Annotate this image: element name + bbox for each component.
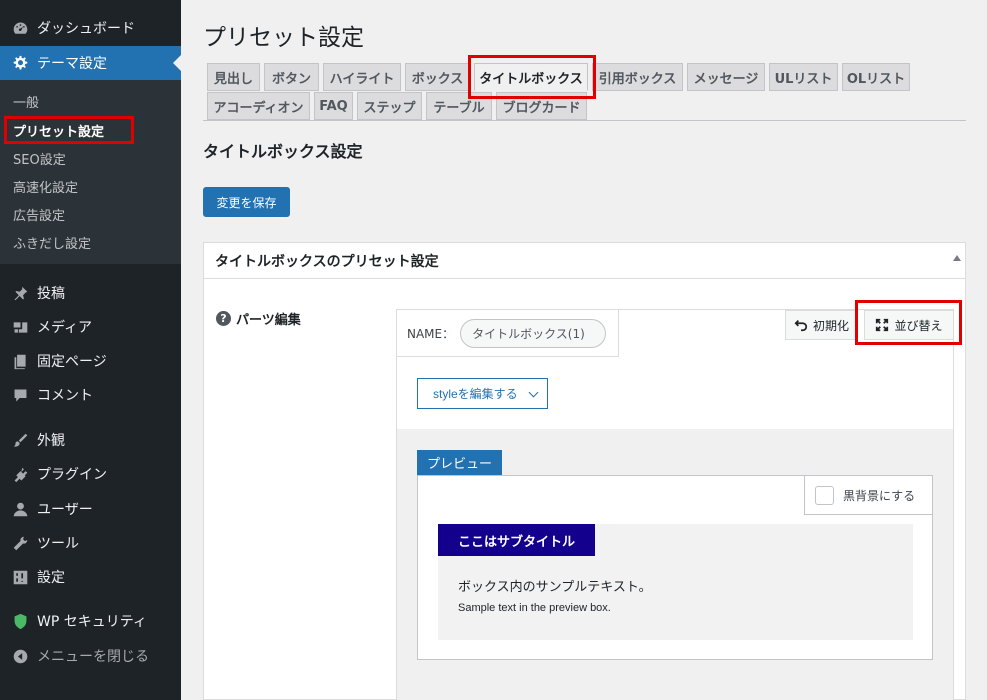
menu-item-pages[interactable]: 固定ページ bbox=[0, 344, 181, 378]
menu-label: ツール bbox=[37, 536, 79, 552]
parts-editor: NAME： タイトルボックス(1) 初期化 並び替え styleを編集する プレ… bbox=[396, 309, 954, 700]
dark-background-label: 黒背景にする bbox=[843, 488, 916, 503]
sample-title-box: ここはサブタイトル ボックス内のサンプルテキスト。 Sample text in… bbox=[438, 524, 913, 640]
preset-panel: タイトルボックスのプリセット設定 ? パーツ編集 NAME： タイトルボックス(… bbox=[203, 242, 966, 700]
dashboard-icon bbox=[10, 18, 30, 38]
help-icon[interactable]: ? bbox=[216, 311, 231, 326]
menu-label: プラグイン bbox=[37, 467, 107, 483]
pin-icon bbox=[10, 283, 30, 303]
collapse-arrow-icon bbox=[10, 646, 30, 666]
comment-icon bbox=[10, 385, 30, 405]
submenu-item-balloon[interactable]: ふきだし設定 bbox=[13, 231, 91, 253]
sample-text-japanese: ボックス内のサンプルテキスト。 bbox=[458, 580, 652, 595]
edit-style-button[interactable]: styleを編集する bbox=[417, 378, 548, 409]
menu-label: テーマ設定 bbox=[37, 56, 107, 72]
user-icon bbox=[10, 499, 30, 519]
menu-label: ダッシュボード bbox=[37, 21, 135, 37]
undo-icon bbox=[794, 320, 808, 332]
menu-label: ユーザー bbox=[37, 502, 93, 518]
field-label-text: パーツ編集 bbox=[236, 313, 301, 328]
menu-label: 外観 bbox=[37, 433, 65, 449]
panel-title: タイトルボックスのプリセット設定 bbox=[215, 253, 439, 270]
sort-label: 並び替え bbox=[894, 318, 943, 333]
section-title: タイトルボックス設定 bbox=[203, 142, 363, 161]
tab-highlight[interactable]: ハイライト bbox=[323, 63, 401, 91]
name-field-group: NAME： タイトルボックス(1) bbox=[397, 310, 619, 357]
menu-item-plugins[interactable]: プラグイン bbox=[0, 457, 181, 491]
menu-label: WP セキュリティ bbox=[37, 614, 147, 630]
shield-icon bbox=[10, 611, 30, 631]
admin-sidebar: ダッシュボード テーマ設定 一般 プリセット設定 SEO設定 高速化設定 広告設… bbox=[0, 0, 181, 700]
preview-tab: プレビュー bbox=[417, 450, 502, 475]
submenu-item-seo[interactable]: SEO設定 bbox=[13, 147, 66, 169]
tab-blog-card[interactable]: ブログカード bbox=[496, 92, 587, 120]
panel-header[interactable]: タイトルボックスのプリセット設定 bbox=[204, 243, 965, 279]
menu-item-users[interactable]: ユーザー bbox=[0, 492, 181, 526]
menu-item-tools[interactable]: ツール bbox=[0, 526, 181, 560]
menu-label: 固定ページ bbox=[37, 354, 107, 370]
tab-faq[interactable]: FAQ bbox=[314, 92, 353, 120]
tab-table[interactable]: テーブル bbox=[426, 92, 492, 120]
submenu-item-speed[interactable]: 高速化設定 bbox=[13, 175, 78, 197]
submenu-item-ads[interactable]: 広告設定 bbox=[13, 203, 65, 225]
submenu-item-general[interactable]: 一般 bbox=[13, 90, 39, 112]
menu-item-theme-settings[interactable]: テーマ設定 bbox=[0, 46, 181, 80]
expand-arrows-icon bbox=[876, 318, 889, 332]
menu-label: コメント bbox=[37, 388, 93, 404]
tab-ol-list[interactable]: OLリスト bbox=[842, 63, 910, 91]
preview-box: 黒背景にする ここはサブタイトル ボックス内のサンプルテキスト。 Sample … bbox=[417, 475, 933, 660]
plugin-icon bbox=[10, 464, 30, 484]
menu-item-appearance[interactable]: 外観 bbox=[0, 423, 181, 457]
menu-item-dashboard[interactable]: ダッシュボード bbox=[0, 11, 181, 45]
menu-label: 投稿 bbox=[37, 286, 65, 302]
menu-label: メディア bbox=[37, 320, 93, 336]
chevron-down-icon bbox=[528, 387, 539, 398]
menu-label: 設定 bbox=[37, 570, 65, 586]
reset-label: 初期化 bbox=[812, 318, 849, 333]
tab-button[interactable]: ボタン bbox=[264, 63, 319, 91]
page-title: プリセット設定 bbox=[203, 25, 364, 51]
tab-divider bbox=[203, 120, 966, 121]
field-label: ? パーツ編集 bbox=[216, 309, 301, 328]
tab-heading[interactable]: 見出し bbox=[207, 63, 260, 91]
tab-ul-list[interactable]: ULリスト bbox=[769, 63, 838, 91]
gear-icon bbox=[10, 53, 30, 73]
tab-message[interactable]: メッセージ bbox=[687, 63, 765, 91]
edit-style-label: styleを編集する bbox=[433, 387, 518, 401]
brush-icon bbox=[10, 430, 30, 450]
menu-item-media[interactable]: メディア bbox=[0, 310, 181, 344]
sample-text-english: Sample text in the preview box. bbox=[458, 602, 611, 614]
menu-item-comments[interactable]: コメント bbox=[0, 378, 181, 412]
collapse-menu-button[interactable]: メニューを閉じる bbox=[0, 639, 181, 673]
wrench-icon bbox=[10, 533, 30, 553]
menu-item-wp-security[interactable]: WP セキュリティ bbox=[0, 604, 181, 638]
name-label: NAME： bbox=[407, 326, 455, 341]
theme-submenu: 一般 プリセット設定 SEO設定 高速化設定 広告設定 ふきだし設定 bbox=[0, 80, 181, 264]
settings-sliders-icon bbox=[10, 567, 30, 587]
media-icon bbox=[10, 317, 30, 337]
tab-quote-box[interactable]: 引用ボックス bbox=[592, 63, 683, 91]
submenu-item-preset[interactable]: プリセット設定 bbox=[13, 119, 104, 141]
menu-label: メニューを閉じる bbox=[37, 649, 149, 665]
tab-title-box[interactable]: タイトルボックス bbox=[474, 63, 588, 91]
collapse-toggle-icon[interactable] bbox=[953, 255, 961, 261]
preview-area: プレビュー 黒背景にする ここはサブタイトル ボックス内のサンプルテキスト。 S… bbox=[397, 429, 953, 700]
menu-item-posts[interactable]: 投稿 bbox=[0, 276, 181, 310]
tab-box[interactable]: ボックス bbox=[405, 63, 470, 91]
menu-item-settings[interactable]: 設定 bbox=[0, 560, 181, 594]
sample-subtitle: ここはサブタイトル bbox=[438, 524, 595, 556]
save-changes-button[interactable]: 変更を保存 bbox=[203, 187, 290, 217]
sort-button[interactable]: 並び替え bbox=[864, 310, 954, 340]
name-input[interactable]: タイトルボックス(1) bbox=[460, 318, 607, 348]
tab-step[interactable]: ステップ bbox=[357, 92, 422, 120]
pages-icon bbox=[10, 351, 30, 371]
dark-background-toggle[interactable]: 黒背景にする bbox=[804, 475, 933, 515]
reset-button[interactable]: 初期化 bbox=[785, 310, 858, 340]
tab-accordion[interactable]: アコーディオン bbox=[207, 92, 310, 120]
dark-background-checkbox[interactable] bbox=[815, 485, 834, 505]
